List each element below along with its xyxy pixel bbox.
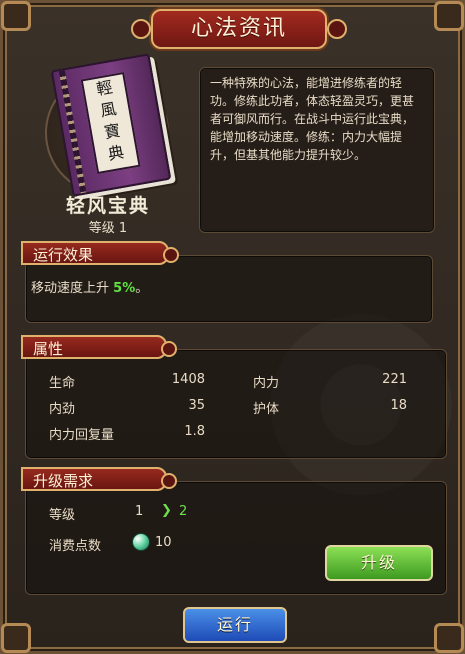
attr-value: 18 [390, 398, 407, 413]
item-name: 轻风宝典 [65, 195, 150, 217]
description-panel: 一种特殊的心法，能增进修练者的轻功。修练此功者，体态轻盈灵巧，更甚者可御风而行。… [199, 67, 435, 233]
upgrade-level-label: 等级 [49, 508, 76, 523]
book-icon[interactable]: 輕 風 寶 典 [50, 53, 172, 197]
run-button[interactable]: 运行 [183, 607, 287, 643]
attr-value: 1.8 [184, 424, 205, 439]
upgrade-cost-label: 消费点数 [49, 539, 102, 554]
window-title: 心法资讯 [131, 9, 347, 49]
effect-suffix: 。 [135, 281, 149, 296]
effect-text: 移动速度上升 5%。 [31, 277, 148, 296]
attr-label: 护体 [253, 402, 280, 417]
skill-info-window: 心法资讯 輕 風 寶 典 轻风宝典 等级 1 一种特殊的心法，能增进修练者的轻功… [0, 0, 465, 654]
section-attributes-header: 属性 [21, 335, 177, 359]
corner-ornament [1, 1, 31, 31]
upgrade-level-current: 1 [135, 504, 144, 519]
item-description: 一种特殊的心法，能增进修练者的轻功。修练此功者，体态轻盈灵巧，更甚者可御风而行。… [210, 76, 415, 162]
upgrade-button[interactable]: 升级 [325, 545, 433, 581]
corner-ornament [434, 623, 464, 653]
attr-label: 内劲 [49, 402, 76, 417]
book-title-tag: 輕 風 寶 典 [80, 71, 141, 175]
attr-label: 内力 [253, 376, 280, 391]
corner-ornament [1, 623, 31, 653]
upgrade-level-next: 2 [179, 504, 188, 519]
chevron-right-icon: ❯ [161, 503, 172, 518]
gem-icon [132, 533, 150, 551]
attr-label: 内力回复量 [49, 428, 115, 443]
attr-value: 35 [188, 398, 205, 413]
section-effect-header: 运行效果 [21, 241, 179, 265]
upgrade-cost-value: 10 [155, 535, 172, 550]
section-upgrade-header: 升级需求 [21, 467, 177, 491]
attr-value: 221 [382, 372, 407, 387]
effect-prefix: 移动速度上升 [31, 281, 110, 296]
attr-label: 生命 [49, 376, 76, 391]
effect-value: 5% [113, 281, 136, 296]
corner-ornament [434, 1, 464, 31]
attr-value: 1408 [171, 372, 205, 387]
item-level: 等级 1 [88, 221, 128, 236]
